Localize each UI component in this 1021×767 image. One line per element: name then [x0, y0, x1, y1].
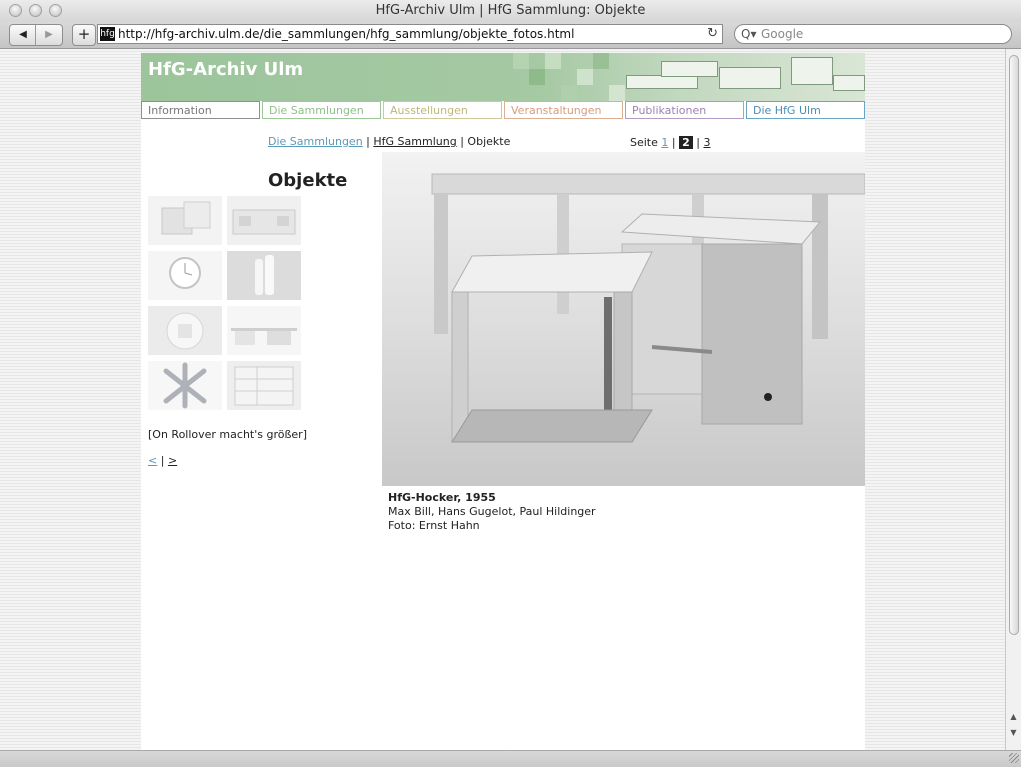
- breadcrumb-separator: |: [366, 135, 370, 148]
- nav-tab-die-hfg-ulm[interactable]: Die HfG Ulm: [746, 101, 865, 119]
- minimize-window-button[interactable]: [29, 4, 42, 17]
- caption-title: HfG-Hocker, 1955: [388, 491, 496, 504]
- banner-building: [626, 75, 698, 89]
- clock-thumbnail-icon: [148, 251, 222, 300]
- thumbnail-object-3[interactable]: [148, 251, 222, 300]
- plus-icon: +: [77, 25, 91, 43]
- scrollbar-thumb[interactable]: [1009, 55, 1019, 635]
- back-button[interactable]: ◀: [10, 25, 36, 45]
- forward-button[interactable]: ▶: [36, 25, 62, 45]
- nav-tab-label: Veranstaltungen: [511, 104, 602, 117]
- search-placeholder: Google: [761, 27, 804, 41]
- next-link[interactable]: >: [168, 454, 177, 467]
- stools-photo-image: [382, 152, 865, 486]
- pagination-separator: |: [160, 454, 165, 467]
- site-banner: HfG-Archiv Ulm: [141, 53, 865, 101]
- page-content: HfG-Archiv Ulm Information Die Sammlunge…: [141, 53, 865, 750]
- nav-tab-label: Publikationen: [632, 104, 707, 117]
- pager-page-1[interactable]: 1: [661, 136, 668, 149]
- banner-pixel: [529, 69, 545, 85]
- main-photo: [382, 152, 865, 486]
- forward-arrow-icon: ▶: [45, 29, 53, 40]
- window-title: HfG-Archiv Ulm | HfG Sammlung: Objekte: [375, 3, 646, 18]
- banner-building: [661, 61, 718, 77]
- close-window-button[interactable]: [9, 4, 22, 17]
- pager-separator: |: [696, 136, 700, 149]
- nav-tab-publikationen[interactable]: Publikationen: [625, 101, 744, 119]
- page-viewport: HfG-Archiv Ulm Information Die Sammlunge…: [0, 49, 1005, 750]
- caption-authors: Max Bill, Hans Gugelot, Paul Hildinger: [388, 505, 596, 518]
- nav-tab-ausstellungen[interactable]: Ausstellungen: [383, 101, 502, 119]
- breadcrumb-separator: |: [460, 135, 464, 148]
- add-bookmark-button[interactable]: +: [72, 24, 96, 46]
- main-nav: Information Die Sammlungen Ausstellungen…: [141, 101, 865, 121]
- thumbnail-object-7[interactable]: [148, 361, 222, 410]
- banner-pixel: [545, 53, 561, 69]
- nav-tab-die-sammlungen[interactable]: Die Sammlungen: [262, 101, 381, 119]
- previous-link[interactable]: <: [148, 454, 157, 467]
- banner-pixel: [561, 85, 577, 101]
- pager-separator: |: [671, 136, 676, 149]
- page-pager: Seite 1 | 2 | 3: [630, 136, 710, 149]
- search-icon[interactable]: Q▾: [741, 25, 756, 43]
- rollover-note: [On Rollover macht's größer]: [148, 428, 307, 441]
- thumbnail-object-8[interactable]: [227, 361, 301, 410]
- pager-page-3[interactable]: 3: [703, 136, 710, 149]
- status-bar: [0, 750, 1021, 767]
- banner-pixel: [513, 53, 529, 69]
- photo-caption: HfG-Hocker, 1955 Max Bill, Hans Gugelot,…: [388, 491, 596, 533]
- address-url[interactable]: http://hfg-archiv.ulm.de/die_sammlungen/…: [118, 25, 574, 43]
- vertical-scrollbar[interactable]: ▲ ▼: [1005, 49, 1021, 750]
- banner-building: [833, 75, 865, 91]
- star-object-thumbnail-icon: [148, 361, 222, 410]
- breadcrumb-current: Objekte: [467, 135, 511, 148]
- banner-pixel: [609, 85, 625, 101]
- thumbnail-object-4[interactable]: [227, 251, 301, 300]
- scroll-down-arrow-icon[interactable]: ▼: [1006, 726, 1021, 740]
- browser-toolbar: ◀ ▶ + hfg http://hfg-archiv.ulm.de/die_s…: [0, 22, 1021, 49]
- site-favicon: hfg: [100, 27, 115, 41]
- nav-tab-label: Ausstellungen: [390, 104, 468, 117]
- resize-grip-icon[interactable]: [1009, 753, 1019, 763]
- search-field[interactable]: Q▾ Google: [734, 24, 1012, 44]
- banner-pixel: [577, 69, 593, 85]
- scroll-up-arrow-icon[interactable]: ▲: [1006, 710, 1021, 724]
- reload-icon[interactable]: ↻: [707, 25, 718, 43]
- shelf-thumbnail-icon: [227, 361, 301, 410]
- window-titlebar: HfG-Archiv Ulm | HfG Sammlung: Objekte: [0, 0, 1021, 22]
- nav-tab-label: Information: [148, 104, 212, 117]
- puzzle-thumbnail-icon: [148, 306, 222, 355]
- banner-pixel: [593, 53, 609, 69]
- thumbnail-pagination: < | >: [148, 454, 177, 467]
- caption-photo-credit: Foto: Ernst Hahn: [388, 519, 480, 532]
- breadcrumb-link-sammlungen[interactable]: Die Sammlungen: [268, 135, 363, 148]
- nav-tab-veranstaltungen[interactable]: Veranstaltungen: [504, 101, 623, 119]
- breadcrumb: Die Sammlungen | HfG Sammlung | Objekte: [268, 135, 510, 148]
- stool-thumbnail-icon: [148, 196, 222, 245]
- nav-tab-label: Die Sammlungen: [269, 104, 364, 117]
- banner-building: [791, 57, 833, 85]
- nav-tab-information[interactable]: Information: [141, 101, 260, 119]
- back-arrow-icon: ◀: [19, 29, 27, 40]
- thumbnail-object-2[interactable]: [227, 196, 301, 245]
- pager-label: Seite: [630, 136, 658, 149]
- vases-thumbnail-icon: [227, 251, 301, 300]
- zoom-window-button[interactable]: [49, 4, 62, 17]
- building-thumbnail-icon: [227, 306, 301, 355]
- history-buttons: ◀ ▶: [9, 24, 63, 46]
- thumbnail-object-5[interactable]: [148, 306, 222, 355]
- page-title: Objekte: [268, 170, 348, 191]
- thumbnail-object-6[interactable]: [227, 306, 301, 355]
- radio-thumbnail-icon: [227, 196, 301, 245]
- nav-tab-label: Die HfG Ulm: [753, 104, 821, 117]
- thumbnail-object-1[interactable]: [148, 196, 222, 245]
- breadcrumb-link-hfg-sammlung[interactable]: HfG Sammlung: [373, 135, 456, 148]
- banner-building: [719, 67, 781, 89]
- pager-current-page: 2: [679, 136, 693, 149]
- site-title: HfG-Archiv Ulm: [148, 59, 304, 80]
- address-bar[interactable]: hfg http://hfg-archiv.ulm.de/die_sammlun…: [97, 24, 723, 44]
